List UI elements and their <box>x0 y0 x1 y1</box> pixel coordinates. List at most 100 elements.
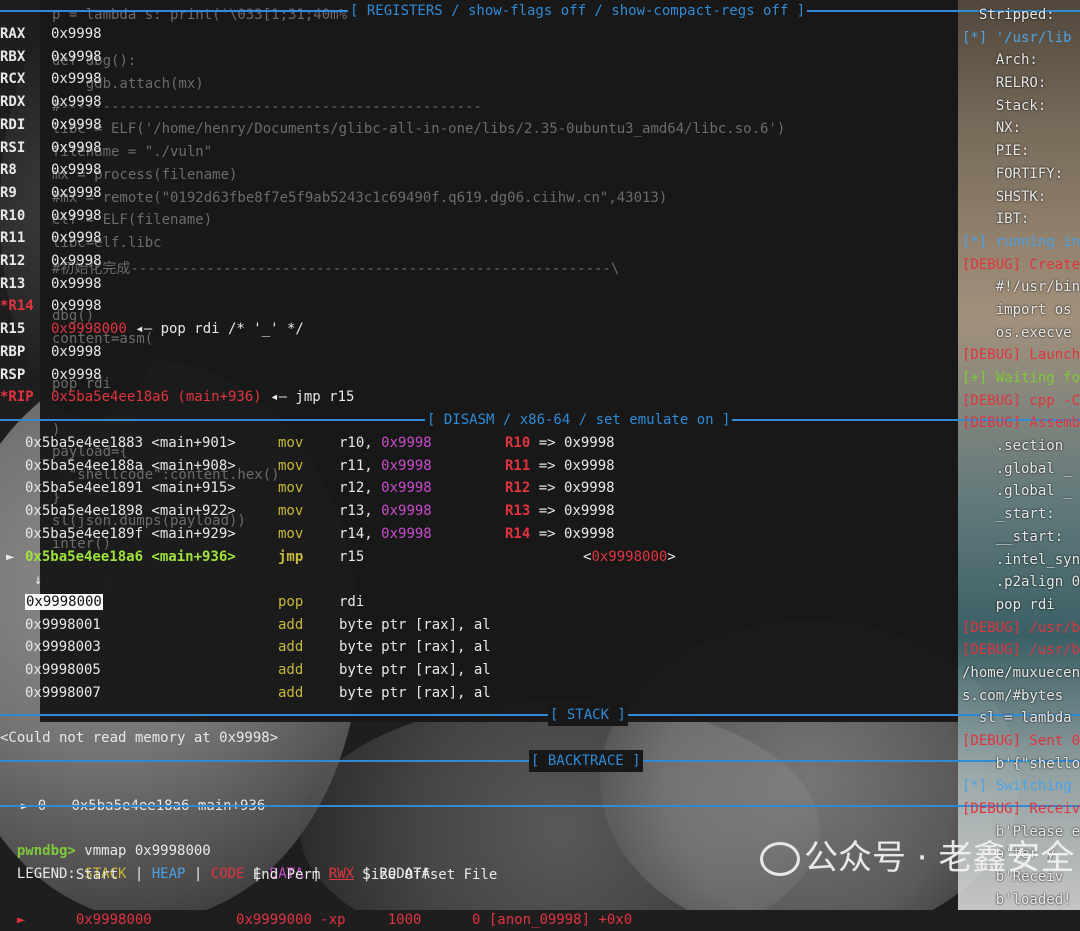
register-value: 0x9998 <box>51 230 102 247</box>
vmmap-row: ► 0x9998000 0x9999000 -xp 1000 0 [anon_0… <box>0 887 632 928</box>
register-name: R10 <box>0 207 26 224</box>
disasm-opcode: mov <box>278 457 304 474</box>
register-row: R12 0x9998 <box>0 250 102 272</box>
log-line: _start: <box>962 506 1055 523</box>
disasm-emulation: R12 => 0x9998 <box>505 480 615 497</box>
disasm-opcode: mov <box>278 435 304 451</box>
register-value: 0x9998 <box>51 366 102 383</box>
register-name: *R14 <box>0 298 34 315</box>
disasm-emulation: R10 => 0x9998 <box>505 435 615 451</box>
register-name: RBP <box>0 343 26 360</box>
target-opcode: add <box>278 616 304 633</box>
register-row: *RIP 0x5ba5e4ee18a6 (main+936) ◂— jmp r15 <box>0 386 354 408</box>
register-row: RDI 0x9998 <box>0 114 102 136</box>
target-operands: byte ptr [rax], al <box>339 639 491 656</box>
register-row: RBX 0x9998 <box>0 46 102 68</box>
register-row: R13 0x9998 <box>0 273 102 295</box>
background-code-line: #mx = remote("0192d63fbe8f7e5f9ab5243c1c… <box>52 190 668 206</box>
current-instruction-opcode: jmp <box>278 549 304 565</box>
disasm-emulation: R13 => 0x9998 <box>505 503 615 520</box>
register-name: RBX <box>0 48 26 65</box>
log-line: .section <box>962 438 1064 455</box>
log-line: FORTIFY: <box>962 165 1064 182</box>
target-operands: byte ptr [rax], al <box>339 662 491 679</box>
backtrace-footer-rule <box>0 795 1080 817</box>
log-line: .p2align 0 <box>962 574 1080 591</box>
target-address: 0x9998000 <box>25 594 103 610</box>
vmmap-row-text: 0x9998000 0x9999000 -xp 1000 0 [anon_099… <box>25 912 633 928</box>
disasm-operands: r14, 0x9998 <box>339 525 432 542</box>
disasm-address: 0x5ba5e4ee188a <main+908> <box>25 457 236 474</box>
log-line: [DEBUG] /usr/b <box>962 642 1080 659</box>
log-line: [DEBUG] Sent 0 <box>962 733 1080 749</box>
disasm-header: [ DISASM / x86-64 / set emulate on ] <box>0 409 1080 431</box>
log-line: #!/usr/bin <box>962 279 1080 296</box>
disasm-address: 0x5ba5e4ee1898 <main+922> <box>25 503 236 520</box>
registers-header: [ REGISTERS / show-flags off / show-comp… <box>0 0 1080 22</box>
log-line: [*] '/usr/lib <box>962 29 1072 46</box>
log-line: [DEBUG] Receiv <box>962 801 1080 818</box>
register-row: RCX 0x9998 <box>0 68 102 90</box>
target-operands: byte ptr [rax], al <box>339 684 491 701</box>
log-line: b'loaded! <box>962 891 1072 908</box>
log-line: [*] running in <box>962 233 1080 250</box>
register-name: RAX <box>0 26 26 42</box>
log-line: sl = lambda <box>962 710 1072 727</box>
target-address: 0x9998003 <box>25 639 101 656</box>
register-row: RSP 0x9998 <box>0 364 102 386</box>
target-operands: rdi <box>339 594 365 610</box>
log-line: [DEBUG] Create <box>962 256 1080 273</box>
register-name: RDI <box>0 116 26 133</box>
register-value: 0x5ba5e4ee18a6 (main+936) <box>51 389 262 406</box>
register-value: 0x9998 <box>51 298 102 315</box>
log-line: __start: <box>962 528 1064 545</box>
register-value: 0x9998 <box>51 94 102 111</box>
register-value: 0x9998 <box>51 253 102 269</box>
right-terminal-log: Stripped: [*] '/usr/lib Arch: RELRO: Stac… <box>962 4 1080 910</box>
log-line: [DEBUG] Assemb <box>962 415 1080 432</box>
register-value: 0x9998 <box>51 343 102 360</box>
background-code-line: #---------------------------------------… <box>52 99 482 115</box>
register-name: R12 <box>0 253 26 269</box>
log-line: [*] Switching <box>962 778 1072 795</box>
target-operands: byte ptr [rax], al <box>339 616 491 633</box>
disasm-operands: r10, 0x9998 <box>339 435 432 451</box>
log-line: Stack: <box>962 97 1047 114</box>
register-value: 0x9998 <box>51 71 102 88</box>
current-instruction-marker: ► <box>6 549 15 565</box>
target-opcode: add <box>278 662 304 679</box>
wechat-icon <box>760 842 800 876</box>
log-line: .intel_syn <box>962 551 1080 568</box>
register-row: R9 0x9998 <box>0 182 102 204</box>
register-annotation: ◂— pop rdi /* '_' */ <box>126 321 304 338</box>
disasm-operands: r13, 0x9998 <box>339 503 432 520</box>
disasm-operands: r12, 0x9998 <box>339 480 432 497</box>
disasm-opcode: mov <box>278 525 304 542</box>
command-line[interactable]: pwndbg> vmmap 0x9998000 <box>0 818 211 859</box>
disasm-emulation: R11 => 0x9998 <box>505 457 615 474</box>
log-line: .global _ <box>962 483 1072 500</box>
log-line: Arch: <box>962 52 1038 69</box>
register-value: 0x9998 <box>51 184 102 201</box>
jump-target: <0x9998000> <box>583 549 676 565</box>
register-value: 0x9998 <box>51 139 102 156</box>
stack-header-title: [ STACK ] <box>548 704 628 726</box>
disasm-address: 0x5ba5e4ee189f <main+929> <box>25 525 236 542</box>
disasm-operands: r11, 0x9998 <box>339 457 432 474</box>
disasm-opcode: mov <box>278 480 304 497</box>
log-line: NX: <box>962 120 1022 137</box>
target-address: 0x9998001 <box>25 616 101 633</box>
register-value: 0x9998 <box>51 116 102 133</box>
log-line: os.execve <box>962 324 1072 341</box>
register-value: 0x9998 <box>51 162 102 179</box>
log-line: RELRO: <box>962 75 1047 92</box>
register-value: 0x9998 <box>51 207 102 224</box>
vmmap-legend: LEGEND: STACK | HEAP | CODE | DATA | RWX… <box>16 866 430 882</box>
log-line: [+] Waiting fo <box>962 370 1080 386</box>
current-instruction-address: 0x5ba5e4ee18a6 <main+936> <box>25 549 236 565</box>
register-row: RDX 0x9998 <box>0 91 102 113</box>
target-opcode: add <box>278 684 304 701</box>
register-name: RSP <box>0 366 26 383</box>
log-line: /home/muxuecen <box>962 664 1080 681</box>
log-line: [DEBUG] Launch <box>962 347 1080 364</box>
